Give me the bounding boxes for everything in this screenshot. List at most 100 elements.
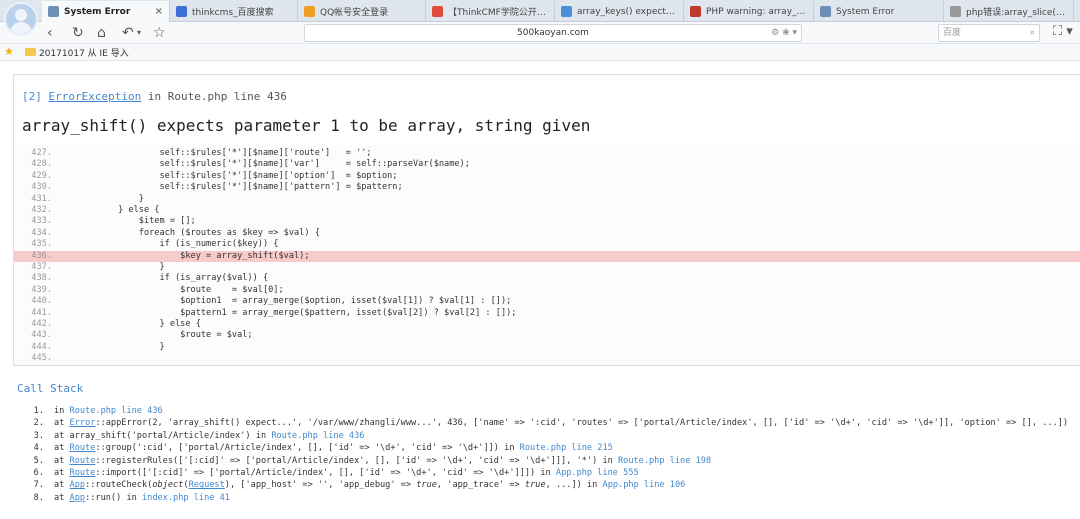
line-code: self::$rules['*'][$name]['route'] = ''; — [56, 148, 372, 158]
search-icon[interactable]: ⌕ — [1030, 25, 1035, 41]
address-bar[interactable]: 500kaoyan.com ⚙ ❀ ▾ — [304, 24, 802, 42]
tab-label: QQ帐号安全登录 — [320, 8, 389, 18]
bookmark-star-icon[interactable]: ☆ — [153, 24, 166, 42]
tools-icon[interactable]: ⛶ ▾ — [1053, 24, 1073, 39]
address-tools-icon[interactable]: ⚙ ❀ ▾ — [771, 25, 797, 41]
undo-dropdown-icon[interactable]: ▾ — [137, 24, 141, 42]
source-line: 441. $pattern1 = array_merge($pattern, i… — [14, 308, 1080, 319]
line-number: 443. — [31, 330, 52, 341]
stack-text: at — [54, 443, 70, 454]
keyword-text: object — [152, 480, 184, 491]
class-link[interactable]: Route — [70, 456, 96, 466]
exception-header: [2] ErrorException in Route.php line 436 — [22, 90, 287, 103]
tab-6[interactable]: PHP warning: array_shift... — [684, 1, 814, 22]
bookmark-folder-item[interactable]: 20171017 从 IE 导入 — [39, 46, 129, 59]
source-line: 434. foreach ($routes as $key => $val) { — [14, 228, 1080, 239]
line-code: $option1 = array_merge($option, isset($v… — [56, 296, 512, 307]
keyword-text: true — [416, 480, 437, 491]
tab-label: 【ThinkCMF学院公开课... — [448, 8, 548, 18]
source-line: 443. $route = $val; — [14, 330, 1080, 341]
stack-text: , ...]) in — [545, 480, 603, 491]
tab-5[interactable]: array_keys() expects para... — [555, 1, 684, 22]
line-number: 439. — [31, 284, 52, 295]
search-input[interactable]: 百度 ⌕ — [938, 24, 1040, 42]
stack-text: at — [54, 480, 70, 491]
tab-label: thinkcms_百度搜索 — [192, 8, 274, 18]
source-line: 445. — [14, 353, 1080, 364]
file-location: Route.php line 215 — [519, 443, 613, 454]
tab-7[interactable]: System Error — [814, 1, 944, 22]
source-line: 437. } — [14, 262, 1080, 273]
tab-label: System Error — [64, 6, 131, 17]
globe-icon — [561, 6, 572, 17]
line-number: 434. — [31, 227, 52, 238]
line-number: 436. — [31, 250, 52, 261]
line-number: 431. — [31, 193, 52, 204]
avatar-body — [10, 22, 32, 34]
stack-text: ), ['app_host' => '', 'app_debug' => — [224, 480, 417, 491]
stack-text: at — [54, 455, 70, 466]
tab-label: php错误:array_slice() exp... — [966, 8, 1067, 18]
class-link[interactable]: Request — [189, 480, 225, 490]
avatar-head — [15, 9, 27, 21]
tab-3[interactable]: QQ帐号安全登录 — [298, 1, 426, 22]
undo-close-icon[interactable]: ↶ — [122, 24, 134, 42]
keyword-text: true — [524, 480, 546, 491]
source-line: 439. $route = $val[0]; — [14, 285, 1080, 296]
home-icon[interactable]: ⌂ — [97, 24, 106, 42]
favorites-star-icon[interactable]: ★ — [4, 45, 14, 58]
file-location: Route.php line 436 — [69, 406, 163, 416]
php-icon — [690, 6, 701, 17]
line-code: } — [56, 341, 165, 352]
line-code: } — [56, 193, 144, 204]
class-link[interactable]: Route — [70, 443, 96, 453]
line-code: self::$rules['*'][$name]['var'] = self::… — [56, 159, 470, 170]
file-location: Route.php line 198 — [617, 455, 712, 466]
line-code: } — [56, 262, 165, 272]
callstack-number: 4. — [33, 443, 44, 454]
source-line: 433. $item = []; — [14, 216, 1080, 227]
tab-label: array_keys() expects para... — [577, 6, 677, 17]
line-number: 437. — [31, 262, 52, 272]
class-link[interactable]: Error — [70, 418, 96, 428]
callstack-text: at array_shift('portal/Article/index') i… — [54, 430, 364, 442]
callstack-text: at App::run() in index.php line 41 — [54, 492, 230, 504]
file-location: index.php line 41 — [141, 492, 230, 503]
search-placeholder: 百度 — [943, 28, 962, 38]
source-line: 427. self::$rules['*'][$name]['route'] =… — [14, 148, 1080, 159]
tab-bar: System Error × thinkcms_百度搜索 QQ帐号安全登录 【Think… — [0, 0, 1080, 22]
user-avatar[interactable] — [4, 2, 38, 36]
back-icon[interactable]: ‹ — [47, 24, 53, 42]
source-line-highlighted: 436. $key = array_shift($val); — [14, 250, 1080, 262]
line-number: 440. — [31, 296, 52, 307]
class-link[interactable]: App — [70, 480, 86, 490]
exception-class-link[interactable]: ErrorException — [49, 90, 142, 103]
source-code-panel: 427. self::$rules['*'][$name]['route'] =… — [13, 145, 1080, 366]
stack-text: ::group(':cid', ['portal/Article/index',… — [95, 443, 520, 454]
folder-icon — [25, 48, 36, 56]
refresh-icon[interactable]: ↻ — [72, 24, 84, 42]
line-code: if (is_numeric($key)) { — [56, 239, 279, 250]
tab-8[interactable]: php错误:array_slice() exp... — [944, 1, 1074, 22]
stack-text: , 'app_trace' => — [436, 480, 525, 491]
line-number: 432. — [31, 205, 52, 215]
tab-2[interactable]: thinkcms_百度搜索 — [170, 1, 298, 22]
tab-close-icon[interactable]: × — [155, 6, 163, 17]
exception-location: in Route.php line 436 — [141, 90, 287, 103]
page-icon — [48, 6, 59, 17]
exception-message: array_shift() expects parameter 1 to be … — [22, 116, 591, 135]
line-code: $key = array_shift($val); — [56, 250, 310, 261]
source-line: 444. } — [14, 342, 1080, 353]
class-link[interactable]: Route — [70, 468, 96, 478]
class-link[interactable]: App — [70, 493, 86, 503]
stack-text: ::run() in — [85, 492, 142, 503]
callstack-number: 3. — [33, 430, 44, 441]
tab-4[interactable]: 【ThinkCMF学院公开课... — [426, 1, 555, 22]
baidu-icon — [176, 6, 187, 17]
line-code: $route = $val[0]; — [56, 284, 284, 295]
file-location: App.php line 106 — [602, 480, 686, 491]
callstack-number: 5. — [33, 455, 44, 466]
tab-1[interactable]: System Error × — [42, 1, 170, 22]
stack-text: ::routeCheck( — [85, 480, 153, 491]
stack-text: ::import(['[:cid]' => ['portal/Article/i… — [95, 468, 556, 478]
